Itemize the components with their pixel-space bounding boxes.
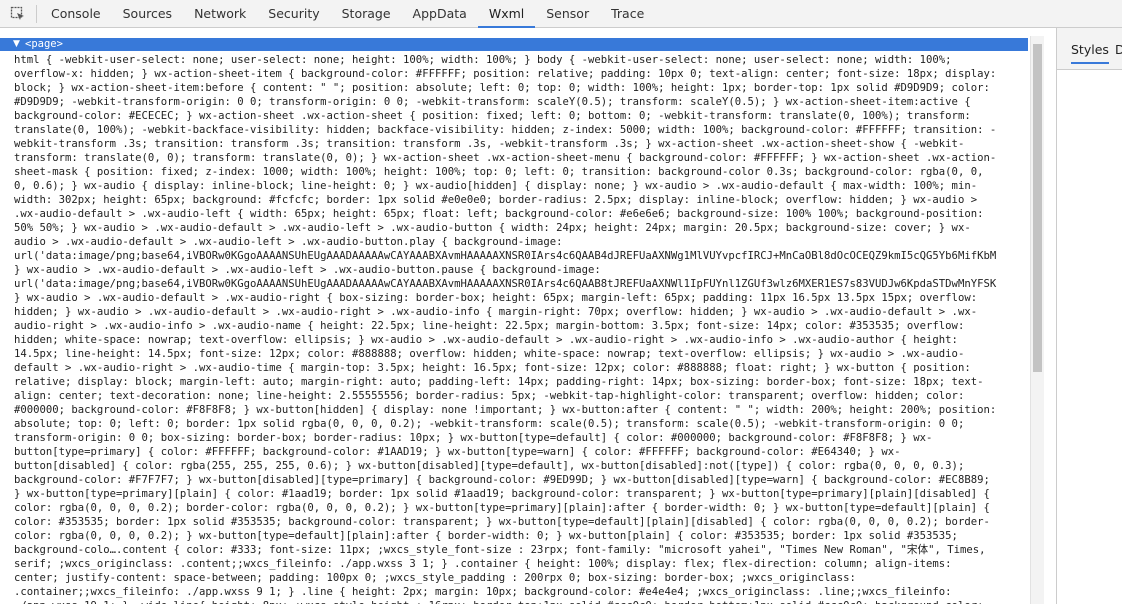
tab-trace[interactable]: Trace: [600, 0, 655, 28]
code-line: align: center; text-decoration: none; li…: [14, 390, 965, 402]
node-tag: <page>: [25, 38, 63, 50]
expand-arrow-icon[interactable]: ▼: [13, 39, 20, 50]
code-line: } wx-audio > .wx-audio-default > .wx-aud…: [14, 292, 978, 304]
code-line: .wx-audio-default > .wx-audio-left { wid…: [14, 208, 984, 220]
code-line: button[type=primary] { color: #FFFFFF; b…: [14, 446, 901, 458]
selected-node-row[interactable]: ▼ <page>: [0, 38, 1028, 51]
code-line: block; } wx-action-sheet-item:before { c…: [14, 82, 990, 94]
code-line: button[disabled] { color: rgba(255, 255,…: [14, 460, 965, 472]
code-line: ./app.wxss 19 1; } .wide-line{ height: 8…: [14, 599, 1028, 604]
code-line: color: rgba(0, 0, 0, 0.2); } wx-button[t…: [14, 530, 958, 542]
code-line: hidden; } wx-audio > .wx-audio-default >…: [14, 306, 978, 318]
code-line: url('data:image/png;base64,iVBORw0KGgoAA…: [14, 278, 997, 290]
toolbar-divider: [36, 5, 37, 23]
code-line: webkit-transform .3s; transition: transf…: [14, 138, 965, 150]
code-line: translate(0, 100%); -webkit-backface-vis…: [14, 124, 997, 136]
code-line: background-color: #ECECEC; } wx-action-s…: [14, 110, 971, 122]
tab-network[interactable]: Network: [183, 0, 257, 28]
code-line: transform-origin: 0 0; box-sizing: borde…: [14, 432, 933, 444]
code-line: relative; display: block; margin-left: a…: [14, 376, 984, 388]
tab-sources[interactable]: Sources: [112, 0, 183, 28]
code-line: #D9D9D9; -webkit-transform-origin: 0 0; …: [14, 96, 971, 108]
code-line: .container;;wxcs_fileinfo: ./app.wxss 9 …: [14, 586, 952, 598]
code-line: hidden; white-space: nowrap; text-overfl…: [14, 334, 958, 346]
code-line: audio > .wx-audio-default > .wx-audio-le…: [14, 236, 563, 248]
code-line: audio-right > .wx-audio-info > .wx-audio…: [14, 320, 965, 332]
code-line: center; justify-content: space-between; …: [14, 572, 856, 584]
code-line: width: 302px; height: 65px; background: …: [14, 194, 978, 206]
code-line: overflow-x: hidden; } wx-action-sheet-it…: [14, 68, 997, 80]
code-line: color: #353535; border: 1px solid #35353…: [14, 516, 990, 528]
panel-tabs: Console Sources Network Security Storage…: [40, 0, 655, 28]
tab-d-truncated[interactable]: D: [1115, 40, 1122, 62]
tab-security[interactable]: Security: [257, 0, 330, 28]
tab-sensor[interactable]: Sensor: [535, 0, 600, 28]
code-line: #000000; background-color: #F8F8F8; } wx…: [14, 404, 997, 416]
code-line: } wx-audio > .wx-audio-default > .wx-aud…: [14, 264, 601, 276]
code-line: 0, 0.6); } wx-audio { display: inline-bl…: [14, 180, 978, 192]
style-text-block: html { -webkit-user-select: none; user-s…: [14, 53, 1028, 604]
code-line: absolute; top: 0; left: 0; border: 1px s…: [14, 418, 965, 430]
sidebar-tabs: Styles D: [1057, 28, 1122, 70]
code-line: transform: translate(0, 0); transform: t…: [14, 152, 997, 164]
inspect-element-icon[interactable]: [10, 6, 26, 22]
tab-storage[interactable]: Storage: [331, 0, 402, 28]
code-line: background-colo….content { color: #333; …: [14, 544, 986, 556]
code-line: default > .wx-audio-right > .wx-audio-ti…: [14, 362, 971, 374]
code-line: sheet-mask { position: fixed; z-index: 1…: [14, 166, 984, 178]
code-line: } wx-button[type=primary][plain] { color…: [14, 488, 990, 500]
wxml-tree-panel: ▼ <page> html { -webkit-user-select: non…: [0, 36, 1044, 604]
code-line: color: rgba(0, 0, 0, 0.2); border-color:…: [14, 502, 990, 514]
tab-console[interactable]: Console: [40, 0, 112, 28]
styles-sidebar: Styles D: [1057, 28, 1122, 604]
tab-wxml[interactable]: Wxml: [477, 0, 536, 28]
code-line: html { -webkit-user-select: none; user-s…: [14, 54, 952, 66]
scrollbar-thumb[interactable]: [1033, 44, 1042, 372]
code-line: 50% 50%; } wx-audio > .wx-audio-default …: [14, 222, 971, 234]
devtools-toolbar: Console Sources Network Security Storage…: [0, 0, 1122, 28]
code-line: 14.5px; line-height: 14.5px; font-size: …: [14, 348, 965, 360]
tab-appdata[interactable]: AppData: [402, 0, 478, 28]
code-line: serif; ;wxcs_originclass: .content;;wxcs…: [14, 558, 952, 570]
code-line: background-color: #F7F7F7; } wx-button[d…: [14, 474, 990, 486]
code-line: url('data:image/png;base64,iVBORw0KGgoAA…: [14, 250, 997, 262]
tab-styles[interactable]: Styles: [1071, 40, 1109, 64]
